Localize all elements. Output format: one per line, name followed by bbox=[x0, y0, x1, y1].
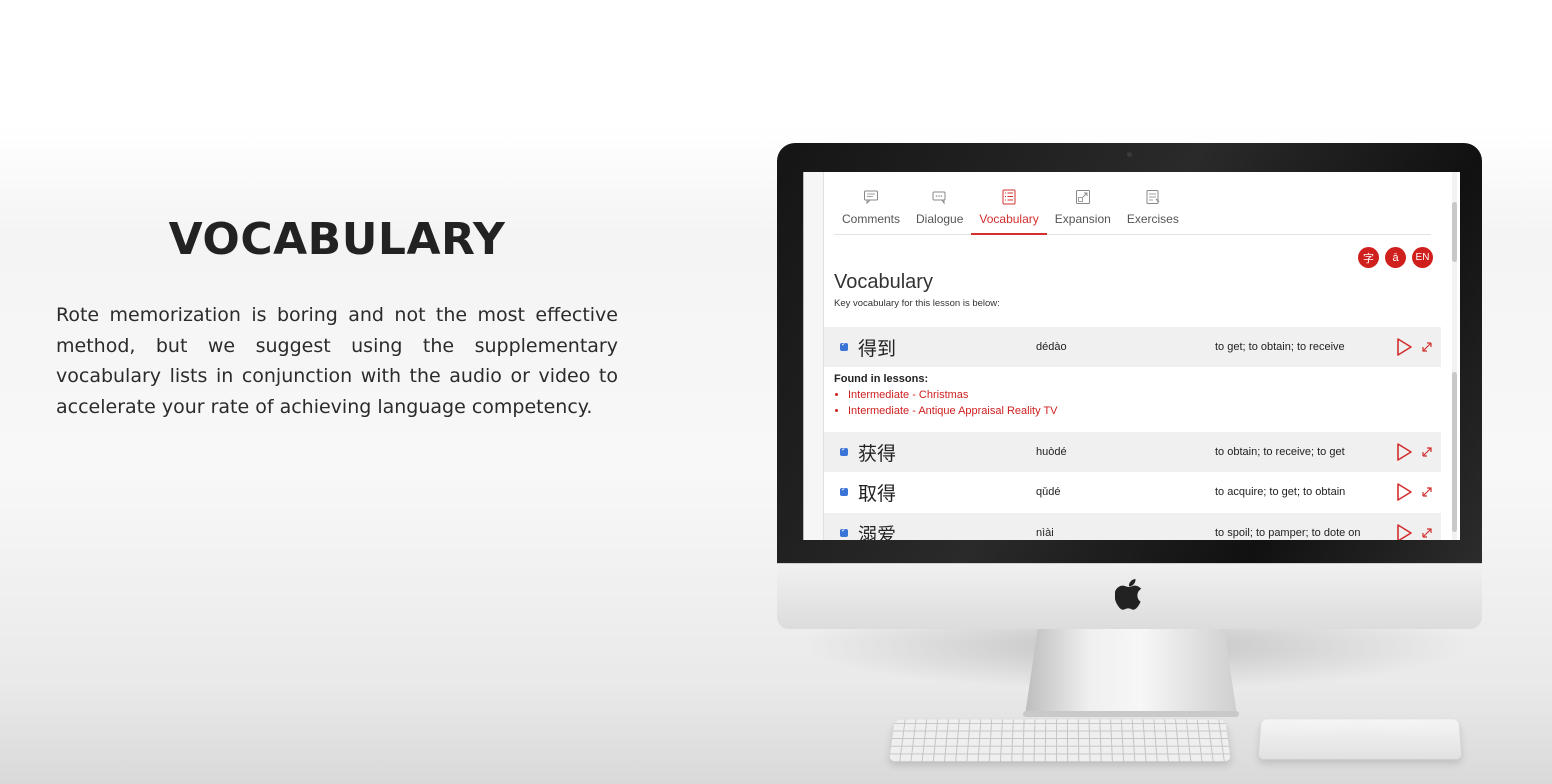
vocab-pinyin: dédào bbox=[1036, 341, 1067, 353]
found-in-title: Found in lessons: bbox=[834, 373, 1058, 385]
hanzi-toggle-button[interactable]: 字 bbox=[1358, 247, 1379, 268]
hero-description: Rote memorization is boring and not the … bbox=[56, 300, 618, 422]
tab-comments[interactable]: Comments bbox=[834, 186, 908, 235]
keyboard-illustration bbox=[889, 719, 1231, 761]
vocab-hanzi: 获得 bbox=[858, 439, 896, 466]
imac-stand-base bbox=[1023, 711, 1239, 717]
tab-vocabulary[interactable]: Vocabulary bbox=[971, 186, 1046, 235]
tab-expansion-label: Expansion bbox=[1055, 212, 1111, 226]
imac-screen: Comments Dialogue Vocabulary Expansion E… bbox=[803, 172, 1460, 540]
display-toggle-group: 字 ā EN bbox=[1358, 247, 1433, 268]
scrollbar-thumb[interactable] bbox=[1452, 202, 1457, 262]
vocab-hanzi: 取得 bbox=[858, 479, 896, 506]
vocab-english: to acquire; to get; to obtain bbox=[1215, 486, 1345, 498]
expand-icon[interactable] bbox=[1422, 447, 1432, 457]
expand-icon bbox=[1075, 189, 1091, 205]
section-subtitle: Key vocabulary for this lesson is below: bbox=[834, 298, 1000, 309]
trackpad-illustration bbox=[1258, 719, 1461, 759]
tab-comments-label: Comments bbox=[842, 212, 900, 226]
screen-sidebar-edge bbox=[804, 172, 824, 540]
dialogue-icon bbox=[932, 189, 948, 205]
exercise-icon bbox=[1145, 189, 1161, 205]
vocab-row[interactable]: 取得 qǔdé to acquire; to get; to obtain bbox=[824, 472, 1441, 512]
vocab-english: to spoil; to pamper; to dote on bbox=[1215, 527, 1361, 539]
vocab-row[interactable]: 溺爱 nìài to spoil; to pamper; to dote on bbox=[824, 513, 1441, 540]
imac-chin bbox=[777, 563, 1482, 629]
vocab-hanzi: 溺爱 bbox=[858, 520, 896, 541]
lesson-link-item: Intermediate - Antique Appraisal Reality… bbox=[848, 403, 1058, 419]
vocab-pinyin: nìài bbox=[1036, 527, 1054, 539]
tab-expansion[interactable]: Expansion bbox=[1047, 186, 1119, 235]
expand-icon[interactable] bbox=[1422, 487, 1432, 497]
vocab-english: to get; to obtain; to receive bbox=[1215, 341, 1345, 353]
vocab-checkbox[interactable] bbox=[840, 488, 848, 496]
lesson-link[interactable]: Intermediate - Antique Appraisal Reality… bbox=[848, 405, 1058, 417]
play-audio-icon[interactable] bbox=[1394, 482, 1414, 502]
tab-exercises[interactable]: Exercises bbox=[1119, 186, 1187, 235]
tab-exercises-label: Exercises bbox=[1127, 212, 1179, 226]
section-title: Vocabulary bbox=[834, 271, 933, 294]
tab-dialogue-label: Dialogue bbox=[916, 212, 963, 226]
expand-icon[interactable] bbox=[1422, 528, 1432, 538]
scrollbar-thumb-inner[interactable] bbox=[1452, 372, 1457, 532]
hero-title: VOCABULARY bbox=[56, 214, 618, 265]
list-icon bbox=[1001, 189, 1017, 205]
english-toggle-button[interactable]: EN bbox=[1412, 247, 1433, 268]
vocab-checkbox[interactable] bbox=[840, 343, 848, 351]
vocab-pinyin: huòdé bbox=[1036, 446, 1067, 458]
lesson-link-item: Intermediate - Christmas bbox=[848, 387, 1058, 403]
play-audio-icon[interactable] bbox=[1394, 442, 1414, 462]
vocab-checkbox[interactable] bbox=[840, 448, 848, 456]
vocab-checkbox[interactable] bbox=[840, 529, 848, 537]
vocab-english: to obtain; to receive; to get bbox=[1215, 446, 1345, 458]
found-in-lessons: Found in lessons: Intermediate - Christm… bbox=[834, 373, 1058, 419]
lesson-panel: Comments Dialogue Vocabulary Expansion E… bbox=[824, 172, 1441, 540]
play-audio-icon[interactable] bbox=[1394, 523, 1414, 540]
vocab-pinyin: qǔdé bbox=[1036, 486, 1060, 498]
vocab-hanzi: 得到 bbox=[858, 334, 896, 361]
lesson-link[interactable]: Intermediate - Christmas bbox=[848, 389, 968, 401]
comment-icon bbox=[863, 189, 879, 205]
vocab-row[interactable]: 得到 dédào to get; to obtain; to receive bbox=[824, 327, 1441, 367]
collapse-icon[interactable] bbox=[1422, 342, 1432, 352]
tab-dialogue[interactable]: Dialogue bbox=[908, 186, 971, 235]
camera-icon bbox=[1127, 152, 1132, 157]
imac-stand bbox=[1025, 629, 1237, 715]
tab-vocabulary-label: Vocabulary bbox=[979, 212, 1038, 226]
pinyin-toggle-button[interactable]: ā bbox=[1385, 247, 1406, 268]
lesson-tabs: Comments Dialogue Vocabulary Expansion E… bbox=[834, 186, 1431, 235]
vocab-row[interactable]: 获得 huòdé to obtain; to receive; to get bbox=[824, 432, 1441, 472]
apple-logo-icon bbox=[1115, 577, 1145, 611]
play-audio-icon[interactable] bbox=[1394, 337, 1414, 357]
